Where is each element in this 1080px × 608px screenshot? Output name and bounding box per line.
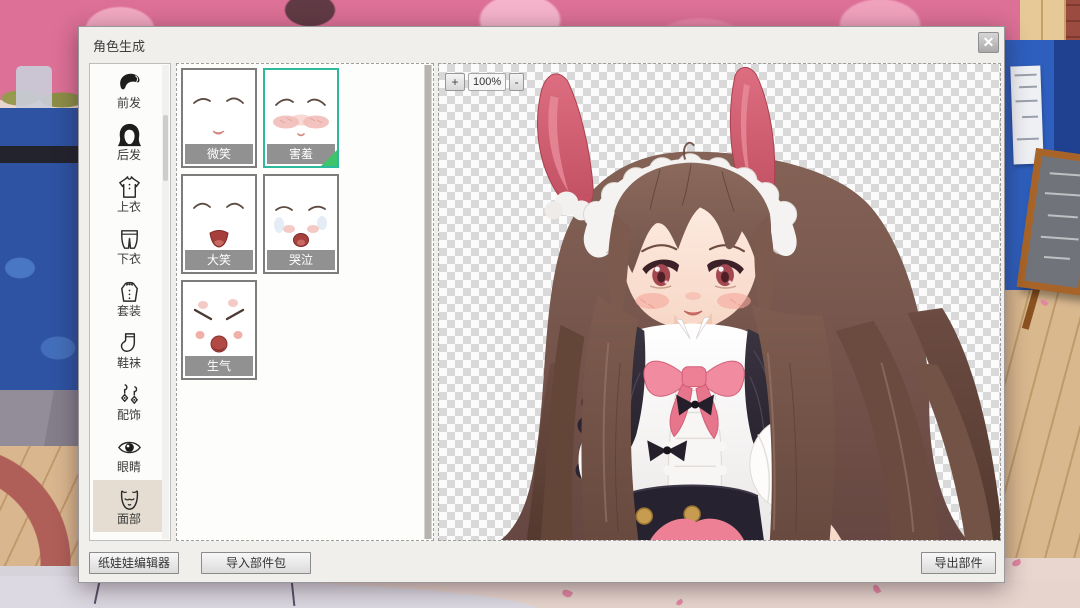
bottom-clothes-icon — [116, 226, 143, 253]
expression-panel: 微笑 害羞 — [176, 63, 434, 541]
sidebar-item-label: 鞋袜 — [117, 357, 141, 370]
dialog-title: 角色生成 — [93, 36, 145, 55]
expression-item-shy[interactable]: 害羞 — [263, 68, 339, 168]
expression-label: 害羞 — [267, 144, 335, 164]
top-clothes-icon — [116, 174, 143, 201]
bg-petal — [1011, 559, 1022, 568]
expression-label: 微笑 — [185, 144, 253, 164]
character-generation-dialog: 角色生成 ✕ 前发 后发 上衣 — [78, 26, 1005, 583]
back-hair-icon — [116, 122, 143, 149]
expression-scrollbar[interactable] — [424, 65, 432, 539]
expression-item-smile[interactable]: 微笑 — [181, 68, 257, 168]
sidebar-item-face[interactable]: 面部 — [93, 480, 165, 532]
sidebar-item-accessories[interactable]: 配饰 — [93, 376, 165, 428]
export-parts-button[interactable]: 导出部件 — [921, 552, 996, 574]
paper-doll-editor-button[interactable]: 纸娃娃编辑器 — [89, 552, 179, 574]
sidebar-scrollbar-thumb[interactable] — [163, 115, 168, 181]
sidebar-item-shoes-socks[interactable]: 鞋袜 — [93, 324, 165, 376]
sidebar-item-label: 后发 — [117, 149, 141, 162]
character-image — [439, 64, 1000, 540]
bg-wood-floor — [1002, 290, 1080, 558]
sidebar-item-label: 眼睛 — [117, 461, 141, 474]
expression-grid: 微笑 害羞 — [181, 68, 419, 380]
expression-item-angry[interactable]: 生气 — [181, 280, 257, 380]
shoes-socks-icon — [116, 330, 143, 357]
expression-label: 大笑 — [185, 250, 253, 270]
eyes-icon — [116, 434, 143, 461]
bg-dark-beam — [0, 146, 80, 163]
front-hair-icon — [116, 70, 143, 97]
sidebar-item-back-hair[interactable]: 后发 — [93, 116, 165, 168]
sidebar-item-top-clothes[interactable]: 上衣 — [93, 168, 165, 220]
sidebar-item-label: 套装 — [117, 305, 141, 318]
expression-item-laugh[interactable]: 大笑 — [181, 174, 257, 274]
expression-scrollbar-thumb[interactable] — [425, 65, 431, 539]
sidebar-item-outfit[interactable]: 套装 — [93, 272, 165, 324]
category-sidebar: 前发 后发 上衣 下衣 — [89, 63, 171, 541]
close-icon[interactable]: ✕ — [978, 32, 999, 53]
zoom-level: 100% — [468, 73, 506, 91]
expression-label: 哭泣 — [267, 250, 335, 270]
sidebar-item-label: 前发 — [117, 97, 141, 110]
sidebar-item-eyes[interactable]: 眼睛 — [93, 428, 165, 480]
bg-stone-path — [0, 390, 80, 446]
sidebar-item-label: 上衣 — [117, 201, 141, 214]
sidebar-item-bottom-clothes[interactable]: 下衣 — [93, 220, 165, 272]
expression-label: 生气 — [185, 356, 253, 376]
expression-item-cry[interactable]: 哭泣 — [263, 174, 339, 274]
bg-pavement — [0, 446, 80, 578]
screen: 角色生成 ✕ 前发 后发 上衣 — [0, 0, 1080, 608]
outfit-icon — [116, 278, 143, 305]
sidebar-item-label: 下衣 — [117, 253, 141, 266]
zoom-out-button[interactable]: - — [509, 73, 524, 91]
face-icon — [116, 486, 143, 513]
import-parts-package-button[interactable]: 导入部件包 — [201, 552, 311, 574]
zoom-controls: + 100% - — [445, 73, 524, 91]
sidebar-item-label: 配饰 — [117, 409, 141, 422]
accessories-icon — [116, 382, 143, 409]
sidebar-scrollbar[interactable] — [162, 65, 169, 539]
sidebar-item-label: 面部 — [117, 513, 141, 526]
zoom-in-button[interactable]: + — [445, 73, 465, 91]
sidebar-item-front-hair[interactable]: 前发 — [93, 64, 165, 116]
character-preview-pane[interactable]: + 100% - — [438, 63, 1001, 541]
